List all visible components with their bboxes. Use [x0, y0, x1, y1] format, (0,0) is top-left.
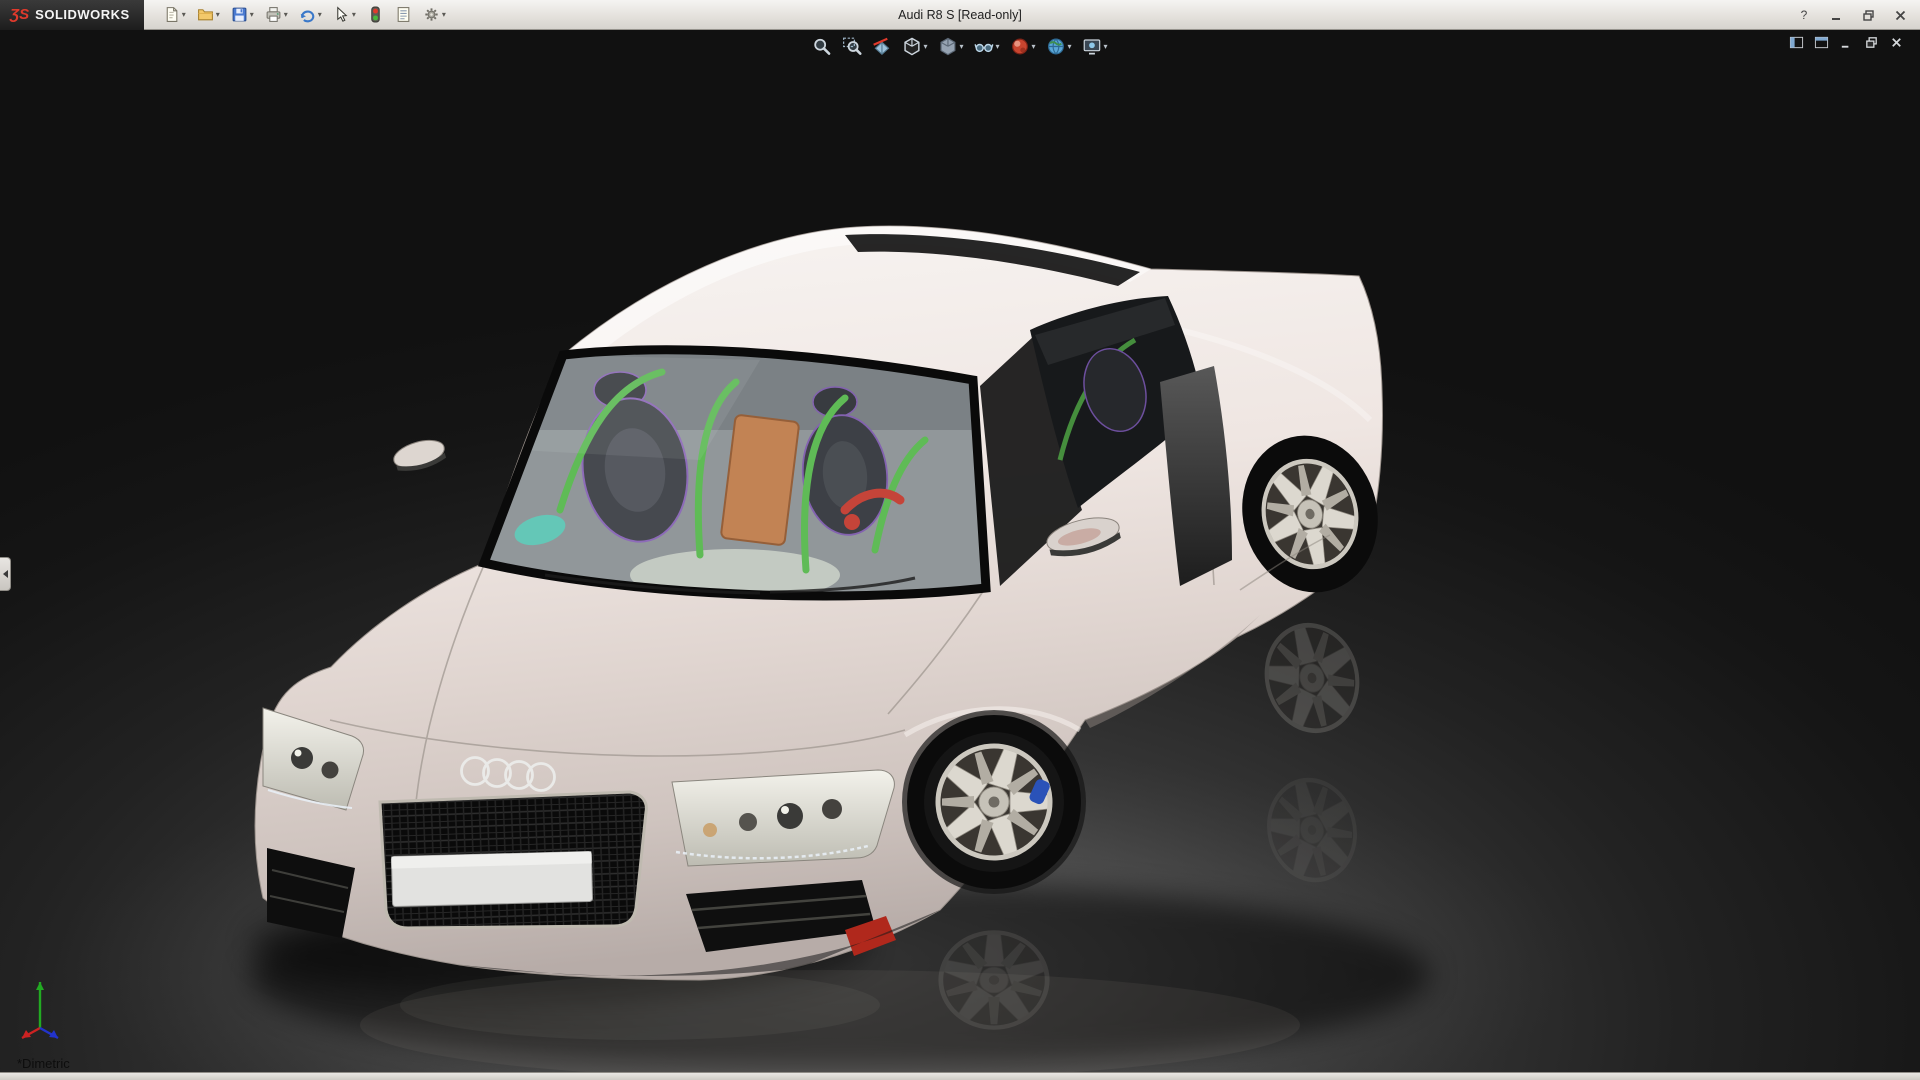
rebuild-button[interactable] [362, 2, 389, 28]
select-icon [333, 6, 350, 23]
window-controls: ? [1790, 0, 1914, 30]
restore-icon [1862, 9, 1875, 22]
solidworks-logo: ƷS SOLIDWORKS [0, 0, 144, 30]
section-view-button[interactable] [868, 34, 895, 58]
doc-pane-a-button[interactable] [1786, 34, 1807, 55]
windshield[interactable] [480, 350, 990, 601]
doc-minimize-button[interactable] [1836, 34, 1857, 55]
dropdown-arrow-icon[interactable]: ▾ [352, 10, 356, 19]
close-button[interactable] [1886, 4, 1914, 26]
minimize-button[interactable] [1822, 4, 1850, 26]
minimize-icon [1830, 9, 1843, 22]
title-bar: ƷS SOLIDWORKS ▾ ▾ ▾ ▾ ▾ ▾ ▾ Audi R8 S [Read-on… [0, 0, 1920, 30]
dropdown-arrow-icon[interactable]: ▾ [216, 10, 220, 19]
dropdown-arrow-icon[interactable]: ▾ [1104, 42, 1108, 51]
dropdown-arrow-icon[interactable]: ▾ [959, 42, 963, 51]
view-orientation-button[interactable]: ▾ [898, 34, 931, 58]
options-button[interactable]: ▾ [418, 2, 451, 28]
car-model-render[interactable] [0, 30, 1920, 1072]
doc-close-icon [1889, 35, 1904, 55]
close-icon [1894, 9, 1907, 22]
graphics-viewport[interactable]: ▾ ▾ ▾ ▾ ▾ ▾ [0, 30, 1920, 1072]
zoom-to-fit-icon [812, 37, 831, 56]
view-settings-button[interactable]: ▾ [1079, 34, 1112, 58]
side-mirror-left[interactable] [391, 435, 449, 476]
dropdown-arrow-icon[interactable]: ▾ [284, 10, 288, 19]
save-button[interactable]: ▾ [226, 2, 259, 28]
restore-button[interactable] [1854, 4, 1882, 26]
help-button[interactable]: ? [1790, 4, 1818, 26]
dropdown-arrow-icon[interactable]: ▾ [923, 42, 927, 51]
zoom-to-area-button[interactable] [838, 34, 865, 58]
edit-appearance-button[interactable]: ▾ [1007, 34, 1040, 58]
collapse-arrow-icon [3, 570, 8, 578]
edit-appearance-icon [1011, 37, 1030, 56]
dassault-logo-icon: ƷS [10, 6, 29, 23]
apply-scene-icon [1047, 37, 1066, 56]
print-button[interactable]: ▾ [260, 2, 293, 28]
main-toolbar: ▾ ▾ ▾ ▾ ▾ ▾ ▾ [158, 2, 451, 28]
dropdown-arrow-icon[interactable]: ▾ [442, 10, 446, 19]
zoom-to-area-icon [842, 37, 861, 56]
file-properties-icon [395, 6, 412, 23]
dropdown-arrow-icon[interactable]: ▾ [1068, 42, 1072, 51]
section-view-icon [872, 37, 891, 56]
status-bar [0, 1072, 1920, 1080]
new-document-icon [163, 6, 180, 23]
doc-close-button[interactable] [1886, 34, 1907, 55]
window-title: Audi R8 S [Read-only] [898, 8, 1022, 22]
doc-restore-button[interactable] [1861, 34, 1882, 55]
doc-pane-b-button[interactable] [1811, 34, 1832, 55]
hide-show-items-icon [974, 37, 993, 56]
view-settings-icon [1083, 37, 1102, 56]
open-button[interactable]: ▾ [192, 2, 225, 28]
dropdown-arrow-icon[interactable]: ▾ [995, 42, 999, 51]
dropdown-arrow-icon[interactable]: ▾ [1032, 42, 1036, 51]
zoom-to-fit-button[interactable] [808, 34, 835, 58]
hide-show-items-button[interactable]: ▾ [970, 34, 1003, 58]
doc-restore-icon [1864, 35, 1879, 55]
orientation-triad[interactable] [18, 968, 80, 1046]
new-document-button[interactable]: ▾ [158, 2, 191, 28]
select-button[interactable]: ▾ [328, 2, 361, 28]
front-wheel[interactable] [902, 710, 1086, 894]
display-style-icon [938, 37, 957, 56]
apply-scene-button[interactable]: ▾ [1043, 34, 1076, 58]
dropdown-arrow-icon[interactable]: ▾ [182, 10, 186, 19]
doc-pane-a-icon [1789, 35, 1804, 55]
undo-button[interactable]: ▾ [294, 2, 327, 28]
display-style-button[interactable]: ▾ [934, 34, 967, 58]
doc-pane-b-icon [1814, 35, 1829, 55]
save-icon [231, 6, 248, 23]
featuremanager-flyout-tab[interactable] [0, 557, 11, 591]
heads-up-view-toolbar: ▾ ▾ ▾ ▾ ▾ ▾ [808, 34, 1111, 58]
options-icon [423, 6, 440, 23]
file-properties-button[interactable] [390, 2, 417, 28]
license-plate [391, 851, 592, 906]
undo-icon [299, 6, 316, 23]
doc-minimize-icon [1839, 35, 1854, 55]
rebuild-icon [367, 6, 384, 23]
open-icon [197, 6, 214, 23]
dropdown-arrow-icon[interactable]: ▾ [318, 10, 322, 19]
app-name: SOLIDWORKS [35, 7, 130, 22]
view-orientation-icon [902, 37, 921, 56]
view-orientation-label: *Dimetric [17, 1056, 70, 1071]
document-window-controls [1786, 34, 1907, 55]
dropdown-arrow-icon[interactable]: ▾ [250, 10, 254, 19]
print-icon [265, 6, 282, 23]
